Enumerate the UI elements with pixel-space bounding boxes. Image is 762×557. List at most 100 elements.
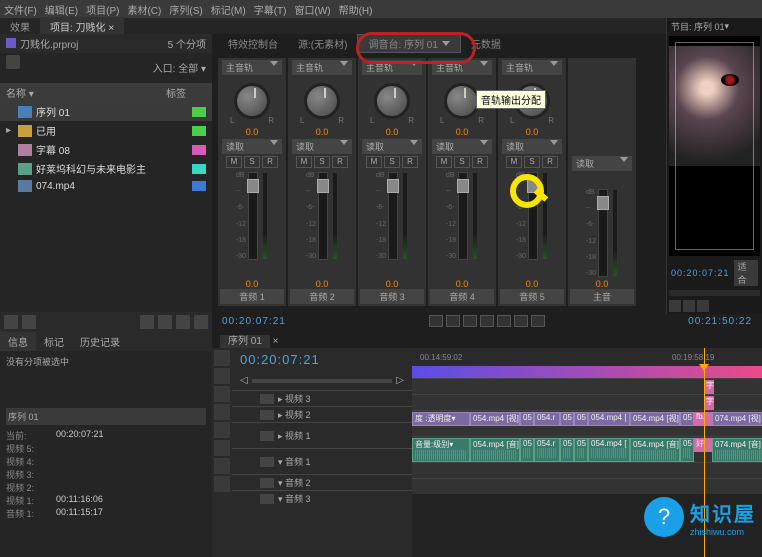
volume-fader[interactable] xyxy=(458,172,468,260)
clip[interactable]: 074.mp4 [视] :透明度▾ xyxy=(712,412,762,426)
s-button[interactable]: S xyxy=(384,156,400,168)
pen-tool[interactable] xyxy=(214,440,230,456)
r-button[interactable]: R xyxy=(472,156,488,168)
volume-fader[interactable] xyxy=(528,172,538,260)
menu-item[interactable]: 素材(C) xyxy=(127,2,161,17)
goto-in-button[interactable] xyxy=(429,315,443,327)
m-button[interactable]: M xyxy=(226,156,242,168)
menu-item[interactable]: 标记(M) xyxy=(211,2,246,17)
program-tab[interactable]: 节目: 序列 01 xyxy=(671,20,725,33)
record-button[interactable] xyxy=(531,315,545,327)
project-item[interactable]: 字幕 08 xyxy=(0,140,212,159)
razor-tool[interactable] xyxy=(214,404,230,420)
volume-fader[interactable] xyxy=(318,172,328,260)
speaker-icon[interactable] xyxy=(260,478,274,488)
goto-out-button[interactable] xyxy=(497,315,511,327)
panel-tab[interactable]: 元数据 xyxy=(461,35,511,52)
zoom-tool[interactable] xyxy=(214,476,230,492)
menu-item[interactable]: 项目(P) xyxy=(86,2,119,17)
video-track[interactable]: 字 xyxy=(412,394,762,410)
audio-track-header[interactable]: ▾ 音频 3 xyxy=(232,490,412,506)
step-back-button[interactable] xyxy=(446,315,460,327)
clip[interactable]: 05 xyxy=(520,438,534,462)
zoom-fit-dropdown[interactable]: 适合 xyxy=(734,260,758,286)
pan-knob[interactable] xyxy=(304,83,340,119)
track-select-tool[interactable] xyxy=(214,368,230,384)
panel-tab[interactable]: 效果 xyxy=(0,17,40,36)
menu-item[interactable]: 帮助(H) xyxy=(339,2,373,17)
clip[interactable]: 05 xyxy=(560,412,574,426)
automation-mode-dropdown[interactable]: 读取 xyxy=(292,139,352,154)
thumb-view-icon[interactable] xyxy=(22,315,36,329)
output-assign-dropdown[interactable]: 主音轨 xyxy=(292,60,352,75)
col-name[interactable]: 名称 xyxy=(6,89,26,100)
pan-value[interactable]: 0.0 xyxy=(526,127,539,137)
project-item[interactable]: 好莱坞科幻与未来电影主 xyxy=(0,159,212,178)
volume-fader[interactable] xyxy=(248,172,258,260)
clip[interactable]: 好 xyxy=(694,438,712,452)
pan-value[interactable]: 0.0 xyxy=(456,127,469,137)
panel-tab[interactable]: 项目: 刀贱化 × xyxy=(40,17,124,36)
menu-item[interactable]: 窗口(W) xyxy=(294,2,330,17)
trash-icon[interactable] xyxy=(194,315,208,329)
time-ruler[interactable]: 00:14:59:0200:19:58:19 xyxy=(412,348,762,366)
clip[interactable]: 054.r xyxy=(534,438,560,462)
volume-value[interactable]: 0.0 xyxy=(526,279,539,289)
clip[interactable]: 05 xyxy=(574,412,588,426)
project-item[interactable]: ▸已用 xyxy=(0,121,212,140)
m-button[interactable]: M xyxy=(436,156,452,168)
pan-value[interactable]: 0.0 xyxy=(246,127,259,137)
pan-knob[interactable] xyxy=(234,83,270,119)
pan-value[interactable]: 0.0 xyxy=(386,127,399,137)
menu-item[interactable]: 编辑(E) xyxy=(45,2,78,17)
r-button[interactable]: R xyxy=(332,156,348,168)
clip[interactable]: 字 xyxy=(704,380,714,394)
clip[interactable]: 054.mp4 [视] xyxy=(630,412,680,426)
video-track[interactable]: 字 xyxy=(412,378,762,394)
panel-tab[interactable]: 特效控制台 xyxy=(218,35,288,52)
r-button[interactable]: R xyxy=(542,156,558,168)
pan-value[interactable]: 0.0 xyxy=(316,127,329,137)
video-track-header[interactable]: ▸ 视频 2 xyxy=(232,406,412,422)
clip[interactable]: 度 :透明度▾ xyxy=(412,412,470,426)
m-button[interactable]: M xyxy=(296,156,312,168)
video-track-header[interactable]: ▸ 视频 1 xyxy=(232,422,412,448)
pan-knob[interactable] xyxy=(374,83,410,119)
clip[interactable]: 054.mp4 [ xyxy=(588,412,630,426)
clip[interactable]: 05 xyxy=(560,438,574,462)
s-button[interactable]: S xyxy=(524,156,540,168)
ripple-tool[interactable] xyxy=(214,386,230,402)
mark-out-button[interactable] xyxy=(683,300,695,312)
m-button[interactable]: M xyxy=(506,156,522,168)
menu-item[interactable]: 序列(S) xyxy=(169,2,202,17)
s-button[interactable]: S xyxy=(314,156,330,168)
r-button[interactable]: R xyxy=(262,156,278,168)
clip[interactable]: 音量:级别▾ xyxy=(412,438,470,462)
automation-mode-dropdown[interactable]: 读取 xyxy=(432,139,492,154)
selection-tool[interactable] xyxy=(214,350,230,366)
clip[interactable]: 05 xyxy=(574,438,588,462)
entry-dropdown[interactable]: 全部 xyxy=(178,64,198,75)
clip[interactable]: 074.mp4 [音] 量:级别▾ xyxy=(712,438,762,462)
timeline-timecode[interactable]: 00:20:07:21 xyxy=(232,348,412,371)
output-assign-dropdown[interactable]: 主音轨 xyxy=(222,60,282,75)
timeline-tab[interactable]: 序列 01 xyxy=(220,335,270,348)
audio-track[interactable]: 音量:级别▾054.mp4 [音]05054.r0505054.mp4 [054… xyxy=(412,436,762,462)
clip[interactable]: 05 xyxy=(680,438,694,462)
audio-mixer-tab-dropdown[interactable]: 调音台: 序列 01 xyxy=(357,34,460,53)
folder-icon[interactable] xyxy=(158,315,172,329)
eye-icon[interactable] xyxy=(260,410,274,420)
audio-track-header[interactable]: ▾ 音频 1 xyxy=(232,448,412,474)
list-view-icon[interactable] xyxy=(4,315,18,329)
volume-value[interactable]: 0.0 xyxy=(456,279,469,289)
info-tab[interactable]: 标记 xyxy=(36,332,72,351)
search-icon[interactable] xyxy=(6,55,20,69)
zoom-slider[interactable] xyxy=(252,379,393,383)
zoom-in-icon[interactable]: ▷ xyxy=(396,375,404,386)
video-track[interactable]: 度 :透明度▾054.mp4 [视]05054.r0505054.mp4 [05… xyxy=(412,410,762,436)
find-icon[interactable] xyxy=(140,315,154,329)
clip[interactable]: 054.r xyxy=(534,412,560,426)
clip[interactable]: 054.mp4 [视] xyxy=(470,412,520,426)
eye-icon[interactable] xyxy=(260,394,274,404)
volume-fader[interactable] xyxy=(598,189,608,277)
